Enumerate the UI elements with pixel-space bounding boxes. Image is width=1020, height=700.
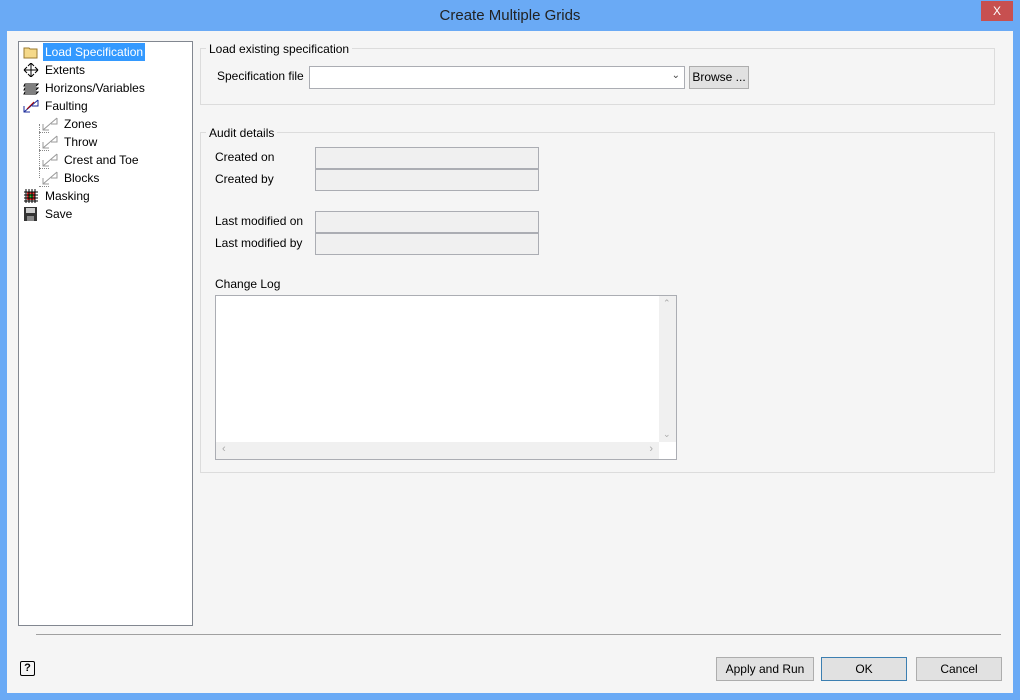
cancel-button[interactable]: Cancel bbox=[916, 657, 1002, 681]
vertical-scrollbar[interactable]: ⌃ ⌄ bbox=[659, 296, 676, 442]
tree-item-label: Crest and Toe bbox=[64, 153, 139, 167]
tree-item-label: Extents bbox=[45, 63, 86, 77]
ok-button[interactable]: OK bbox=[821, 657, 907, 681]
window-title: Create Multiple Grids bbox=[439, 7, 581, 24]
created-on-label: Created on bbox=[215, 150, 275, 164]
close-button[interactable]: X bbox=[981, 1, 1013, 21]
scroll-down-icon[interactable]: ⌄ bbox=[663, 429, 671, 440]
fault-icon bbox=[23, 99, 39, 113]
modified-by-field bbox=[315, 233, 539, 255]
tree-item-label: Faulting bbox=[45, 99, 88, 113]
created-by-field bbox=[315, 169, 539, 191]
modified-on-label: Last modified on bbox=[215, 214, 304, 228]
spec-file-combobox[interactable]: ⌄ bbox=[309, 66, 685, 89]
fault-sub-icon bbox=[42, 171, 58, 185]
grid-mask-icon bbox=[23, 189, 39, 203]
footer-divider bbox=[36, 634, 1001, 635]
tree-item-label: Masking bbox=[45, 189, 90, 203]
browse-button[interactable]: Browse ... bbox=[689, 66, 749, 89]
horizontal-scrollbar[interactable]: ‹ › bbox=[216, 442, 659, 459]
created-by-label: Created by bbox=[215, 172, 274, 186]
modified-by-label: Last modified by bbox=[215, 236, 303, 250]
scroll-right-icon[interactable]: › bbox=[649, 443, 653, 455]
audit-title: Audit details bbox=[206, 126, 278, 140]
tree-item-label: Load Specification bbox=[43, 43, 146, 61]
folder-icon bbox=[23, 45, 39, 59]
change-log-textarea[interactable]: ⌃ ⌄ ‹ › bbox=[215, 295, 677, 460]
tree-connector bbox=[39, 168, 49, 169]
scroll-up-icon[interactable]: ⌃ bbox=[663, 298, 671, 309]
tree-item-label: Throw bbox=[64, 135, 98, 149]
tree-item-label: Zones bbox=[64, 117, 98, 131]
navigation-tree[interactable]: Load Specification Extents Horizons/Vari… bbox=[18, 41, 193, 626]
load-spec-title: Load existing specification bbox=[206, 42, 353, 56]
move-arrows-icon bbox=[23, 62, 39, 78]
apply-and-run-button[interactable]: Apply and Run bbox=[716, 657, 814, 681]
fault-sub-icon bbox=[42, 153, 58, 167]
tree-item-label: Horizons/Variables bbox=[45, 81, 145, 95]
tree-item-label: Save bbox=[45, 207, 73, 221]
created-on-field bbox=[315, 147, 539, 169]
tree-item-label: Blocks bbox=[64, 171, 100, 185]
modified-on-field bbox=[315, 211, 539, 233]
fault-sub-icon bbox=[42, 135, 58, 149]
spec-file-label: Specification file bbox=[217, 69, 304, 83]
tree-connector bbox=[39, 150, 49, 151]
scroll-left-icon[interactable]: ‹ bbox=[222, 443, 226, 455]
change-log-label: Change Log bbox=[215, 277, 281, 291]
floppy-disk-icon bbox=[23, 207, 39, 221]
chevron-down-icon: ⌄ bbox=[671, 70, 680, 81]
layers-icon bbox=[23, 81, 40, 95]
tree-connector bbox=[39, 132, 49, 133]
help-icon[interactable]: ? bbox=[20, 661, 35, 676]
fault-sub-icon bbox=[42, 117, 58, 131]
